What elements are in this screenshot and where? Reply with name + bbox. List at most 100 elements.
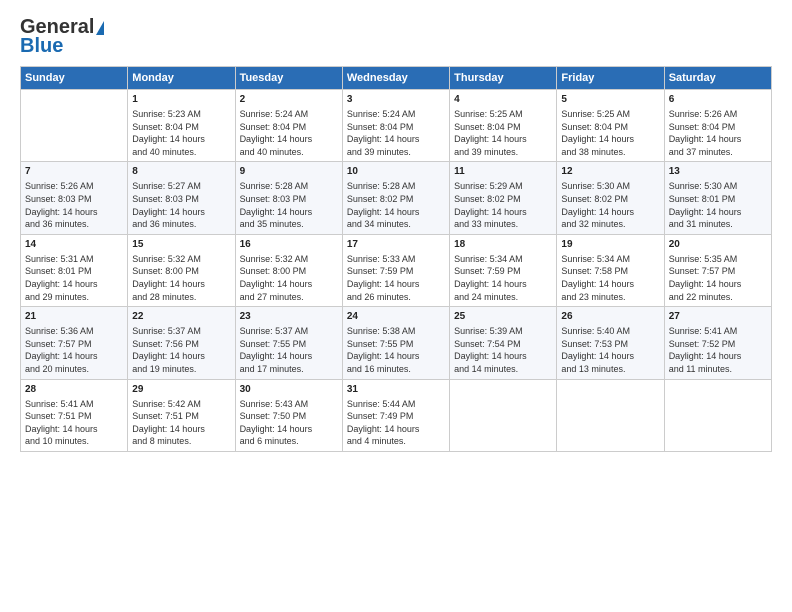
day-info-line: Sunset: 7:55 PM xyxy=(347,338,445,351)
day-info-line: Sunset: 8:04 PM xyxy=(454,121,552,134)
day-info-line: and 20 minutes. xyxy=(25,363,123,376)
day-number: 1 xyxy=(132,93,230,107)
day-info-line: Sunset: 7:57 PM xyxy=(669,265,767,278)
day-info-line: and 23 minutes. xyxy=(561,291,659,304)
day-info-line: Daylight: 14 hours xyxy=(240,206,338,219)
day-info-line: Daylight: 14 hours xyxy=(347,133,445,146)
day-info-line: Daylight: 14 hours xyxy=(561,133,659,146)
day-info-line: Daylight: 14 hours xyxy=(454,350,552,363)
day-number: 31 xyxy=(347,383,445,397)
day-info-line: Sunset: 8:04 PM xyxy=(669,121,767,134)
calendar-cell xyxy=(557,379,664,451)
calendar-cell: 25Sunrise: 5:39 AMSunset: 7:54 PMDayligh… xyxy=(450,307,557,379)
day-info-line: and 39 minutes. xyxy=(347,146,445,159)
day-info-line: and 33 minutes. xyxy=(454,218,552,231)
day-info-line: Sunrise: 5:41 AM xyxy=(669,325,767,338)
day-info-line: and 6 minutes. xyxy=(240,435,338,448)
day-number: 26 xyxy=(561,310,659,324)
day-number: 9 xyxy=(240,165,338,179)
col-header-wednesday: Wednesday xyxy=(342,67,449,90)
day-number: 27 xyxy=(669,310,767,324)
calendar-cell: 16Sunrise: 5:32 AMSunset: 8:00 PMDayligh… xyxy=(235,234,342,306)
day-number: 2 xyxy=(240,93,338,107)
day-info-line: Sunset: 7:59 PM xyxy=(347,265,445,278)
day-info-line: Daylight: 14 hours xyxy=(132,423,230,436)
day-info-line: Sunrise: 5:34 AM xyxy=(561,253,659,266)
week-row-3: 14Sunrise: 5:31 AMSunset: 8:01 PMDayligh… xyxy=(21,234,772,306)
calendar-cell: 10Sunrise: 5:28 AMSunset: 8:02 PMDayligh… xyxy=(342,162,449,234)
day-info-line: Daylight: 14 hours xyxy=(669,278,767,291)
day-info-line: Sunset: 7:53 PM xyxy=(561,338,659,351)
calendar-cell: 4Sunrise: 5:25 AMSunset: 8:04 PMDaylight… xyxy=(450,90,557,162)
day-info-line: Sunrise: 5:26 AM xyxy=(25,180,123,193)
week-row-1: 1Sunrise: 5:23 AMSunset: 8:04 PMDaylight… xyxy=(21,90,772,162)
day-info-line: and 37 minutes. xyxy=(669,146,767,159)
day-number: 21 xyxy=(25,310,123,324)
day-number: 12 xyxy=(561,165,659,179)
day-info-line: Daylight: 14 hours xyxy=(132,278,230,291)
calendar-cell: 5Sunrise: 5:25 AMSunset: 8:04 PMDaylight… xyxy=(557,90,664,162)
day-info-line: Sunrise: 5:32 AM xyxy=(132,253,230,266)
calendar-cell: 2Sunrise: 5:24 AMSunset: 8:04 PMDaylight… xyxy=(235,90,342,162)
day-number: 6 xyxy=(669,93,767,107)
day-number: 3 xyxy=(347,93,445,107)
logo: General Blue xyxy=(20,16,104,58)
day-info-line: Sunrise: 5:26 AM xyxy=(669,108,767,121)
day-info-line: Sunrise: 5:43 AM xyxy=(240,398,338,411)
day-info-line: Sunrise: 5:24 AM xyxy=(347,108,445,121)
day-number: 30 xyxy=(240,383,338,397)
day-info-line: and 17 minutes. xyxy=(240,363,338,376)
day-info-line: Daylight: 14 hours xyxy=(240,133,338,146)
header-row: SundayMondayTuesdayWednesdayThursdayFrid… xyxy=(21,67,772,90)
day-number: 8 xyxy=(132,165,230,179)
day-info-line: Sunrise: 5:28 AM xyxy=(347,180,445,193)
day-info-line: Sunset: 8:03 PM xyxy=(25,193,123,206)
day-number: 13 xyxy=(669,165,767,179)
day-info-line: Sunset: 7:49 PM xyxy=(347,410,445,423)
day-info-line: Sunset: 7:55 PM xyxy=(240,338,338,351)
calendar-cell xyxy=(664,379,771,451)
col-header-monday: Monday xyxy=(128,67,235,90)
day-info-line: Daylight: 14 hours xyxy=(25,350,123,363)
calendar-cell: 7Sunrise: 5:26 AMSunset: 8:03 PMDaylight… xyxy=(21,162,128,234)
day-number: 23 xyxy=(240,310,338,324)
day-info-line: Sunset: 8:03 PM xyxy=(132,193,230,206)
day-info-line: and 19 minutes. xyxy=(132,363,230,376)
day-info-line: Sunrise: 5:39 AM xyxy=(454,325,552,338)
day-info-line: and 32 minutes. xyxy=(561,218,659,231)
day-number: 24 xyxy=(347,310,445,324)
day-info-line: and 40 minutes. xyxy=(132,146,230,159)
calendar-cell: 11Sunrise: 5:29 AMSunset: 8:02 PMDayligh… xyxy=(450,162,557,234)
calendar-cell: 28Sunrise: 5:41 AMSunset: 7:51 PMDayligh… xyxy=(21,379,128,451)
calendar-cell: 26Sunrise: 5:40 AMSunset: 7:53 PMDayligh… xyxy=(557,307,664,379)
day-info-line: and 27 minutes. xyxy=(240,291,338,304)
calendar-cell: 14Sunrise: 5:31 AMSunset: 8:01 PMDayligh… xyxy=(21,234,128,306)
day-info-line: and 34 minutes. xyxy=(347,218,445,231)
day-info-line: Sunrise: 5:40 AM xyxy=(561,325,659,338)
day-info-line: Sunrise: 5:25 AM xyxy=(561,108,659,121)
day-info-line: Sunrise: 5:41 AM xyxy=(25,398,123,411)
day-info-line: Sunrise: 5:44 AM xyxy=(347,398,445,411)
calendar-cell: 27Sunrise: 5:41 AMSunset: 7:52 PMDayligh… xyxy=(664,307,771,379)
day-info-line: Daylight: 14 hours xyxy=(454,133,552,146)
calendar-cell: 20Sunrise: 5:35 AMSunset: 7:57 PMDayligh… xyxy=(664,234,771,306)
col-header-friday: Friday xyxy=(557,67,664,90)
day-info-line: and 16 minutes. xyxy=(347,363,445,376)
day-info-line: Sunset: 7:56 PM xyxy=(132,338,230,351)
calendar-cell: 23Sunrise: 5:37 AMSunset: 7:55 PMDayligh… xyxy=(235,307,342,379)
calendar-cell: 19Sunrise: 5:34 AMSunset: 7:58 PMDayligh… xyxy=(557,234,664,306)
day-info-line: Daylight: 14 hours xyxy=(25,423,123,436)
col-header-sunday: Sunday xyxy=(21,67,128,90)
day-number: 29 xyxy=(132,383,230,397)
day-info-line: and 29 minutes. xyxy=(25,291,123,304)
day-info-line: Daylight: 14 hours xyxy=(25,278,123,291)
day-info-line: Sunrise: 5:33 AM xyxy=(347,253,445,266)
day-info-line: Daylight: 14 hours xyxy=(240,423,338,436)
day-info-line: Sunrise: 5:32 AM xyxy=(240,253,338,266)
day-info-line: Sunset: 7:52 PM xyxy=(669,338,767,351)
day-info-line: Sunrise: 5:30 AM xyxy=(561,180,659,193)
day-info-line: Sunrise: 5:25 AM xyxy=(454,108,552,121)
page: General Blue SundayMondayTuesdayWednesda… xyxy=(0,0,792,612)
day-info-line: Sunset: 7:50 PM xyxy=(240,410,338,423)
calendar-cell: 8Sunrise: 5:27 AMSunset: 8:03 PMDaylight… xyxy=(128,162,235,234)
